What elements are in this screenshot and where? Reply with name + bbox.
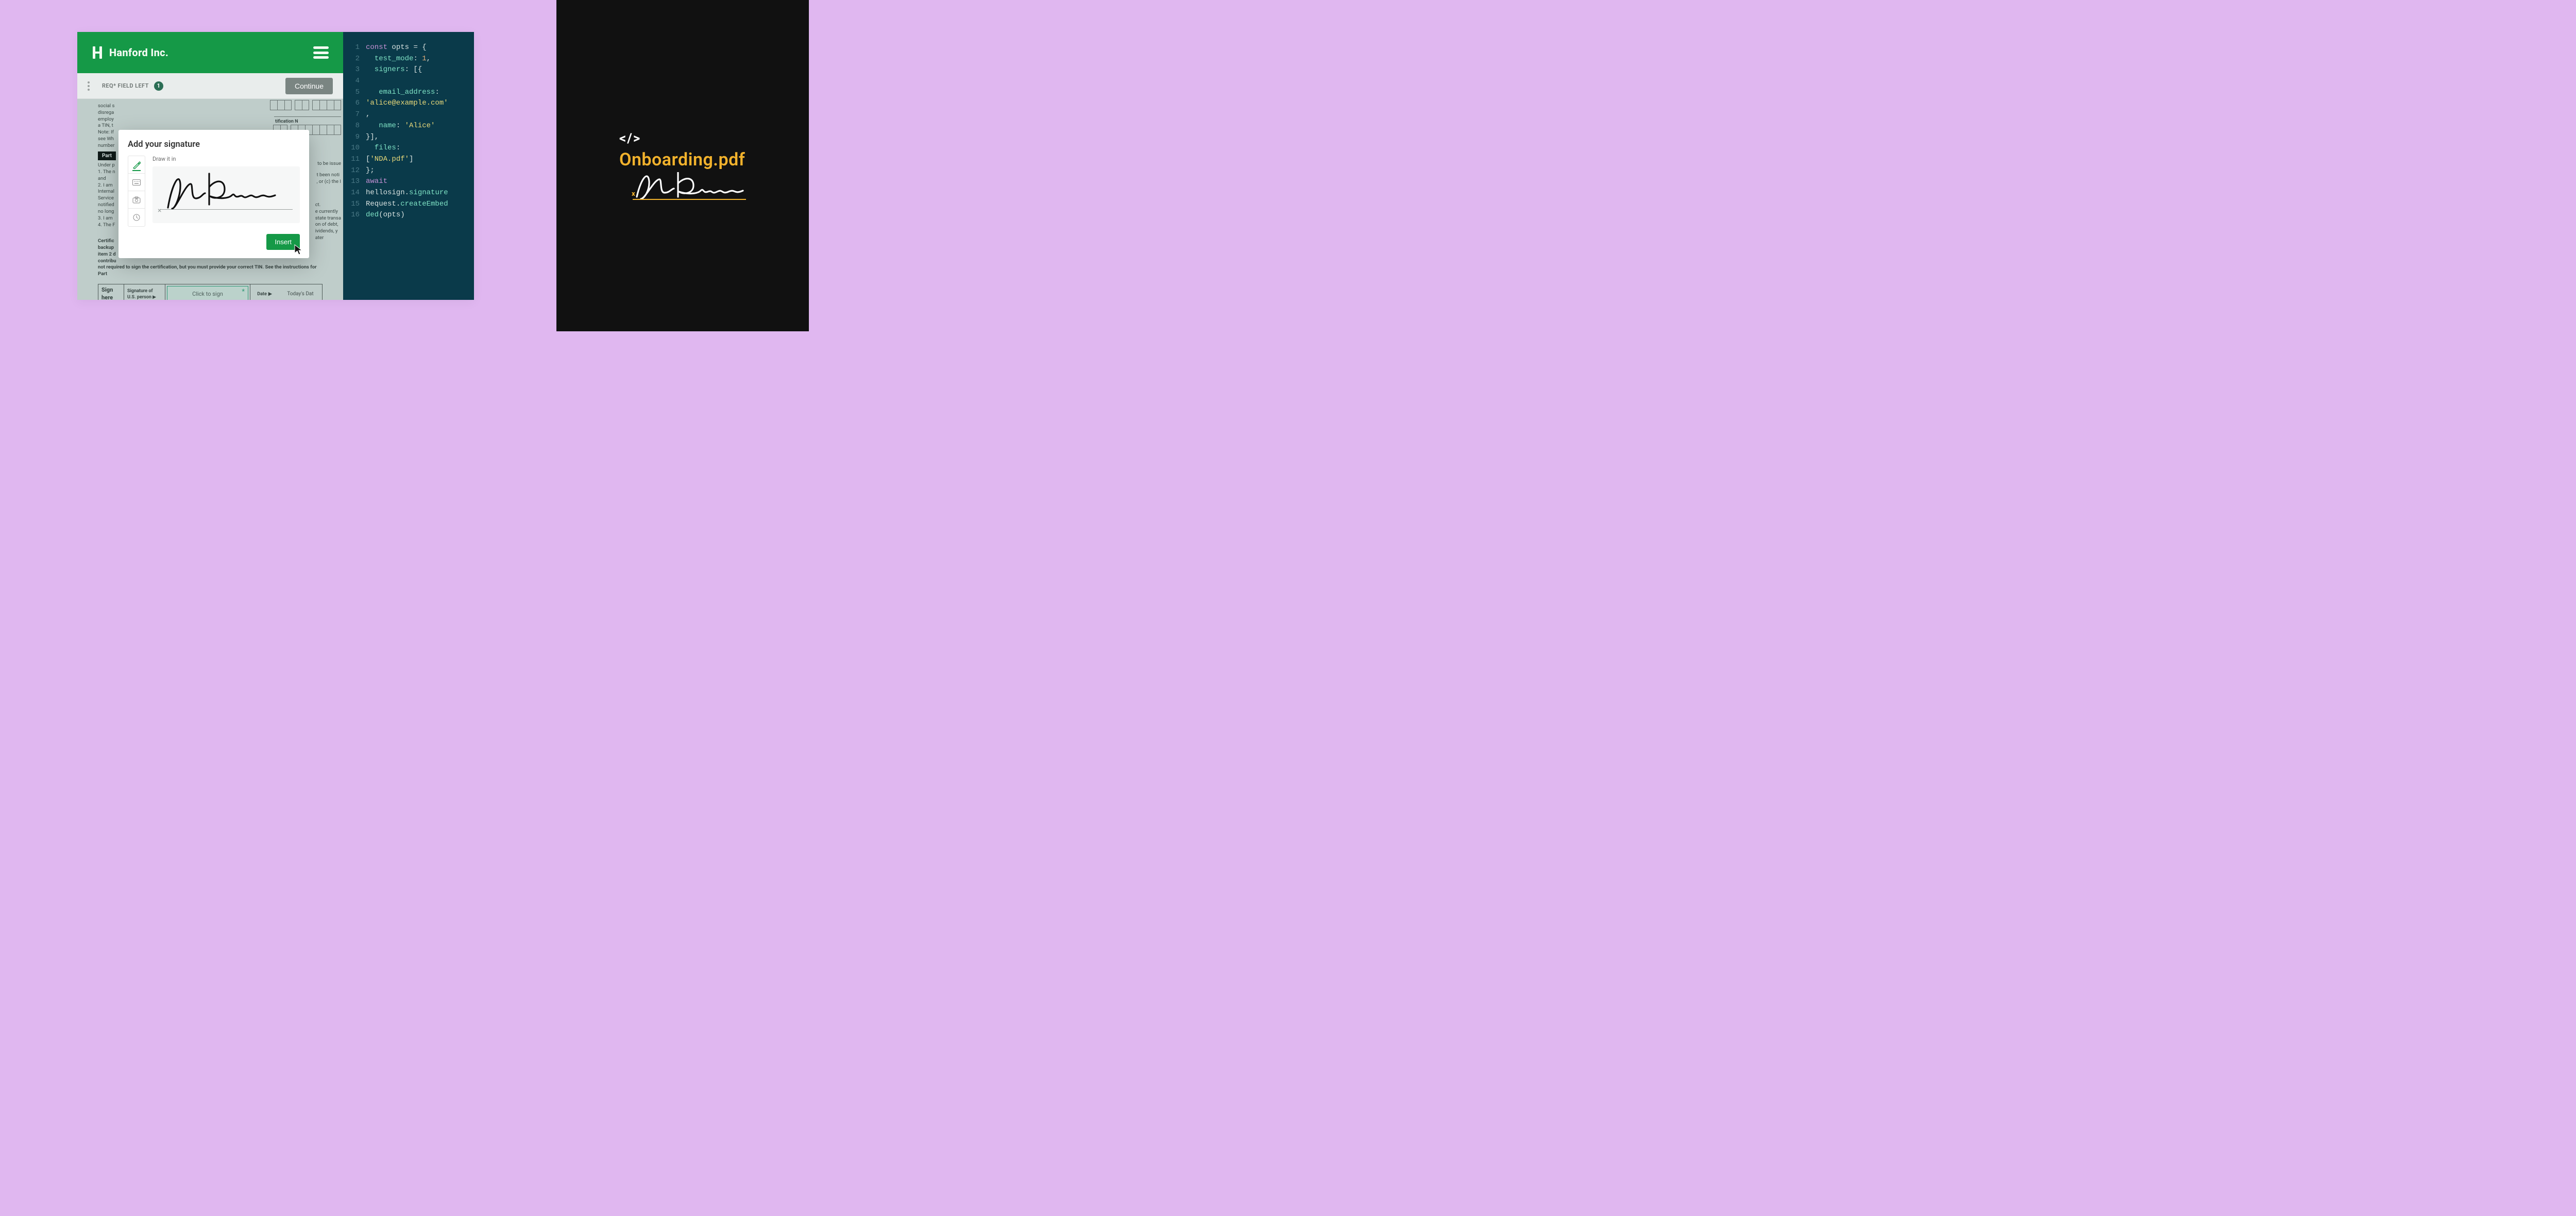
signature-row: Sign here Signature of U.S. person ▶ Cli… [98, 284, 323, 300]
app-window: Hanford Inc. REQ* FIELD LEFT 1 Continue [77, 32, 474, 300]
code-line: 12}; [348, 165, 469, 177]
code-content: email_address: [366, 87, 439, 98]
code-line: 8 name: 'Alice' [348, 121, 469, 132]
code-content: await [366, 176, 387, 188]
code-content: 'alice@example.com' [366, 98, 448, 109]
code-icon: </> [619, 131, 641, 146]
line-number: 6 [348, 98, 366, 109]
click-to-sign-field[interactable]: Click to sign * [167, 286, 248, 300]
signature-of-label: Signature of U.S. person ▶ [124, 284, 165, 300]
code-content: , [366, 109, 370, 121]
code-panel: 1const opts = {2 test_mode: 1,3 signers:… [343, 32, 474, 300]
app-header: Hanford Inc. [77, 32, 343, 73]
required-fields-count: 1 [154, 81, 163, 91]
code-line: 11['NDA.pdf'] [348, 154, 469, 165]
file-name: Onboarding.pdf [619, 149, 745, 170]
date-label: Date▶ [250, 284, 279, 300]
code-line: 10 files: [348, 143, 469, 154]
doc-text-right-2: t been noti , or (c) the I [317, 172, 341, 185]
brand-name: Hanford Inc. [109, 46, 168, 59]
code-content: hellosign.signature [366, 188, 448, 199]
line-number: 10 [348, 143, 366, 154]
line-number: 4 [348, 76, 366, 87]
draw-tab-icon[interactable] [128, 156, 145, 174]
required-fields-label: REQ* FIELD LEFT [102, 82, 149, 89]
line-number: 12 [348, 165, 366, 177]
signature-hint: Draw it in [152, 156, 300, 163]
code-line: 3 signers: [{ [348, 64, 469, 76]
code-line: 13await [348, 176, 469, 188]
line-number: 5 [348, 87, 366, 98]
line-number: 9 [348, 132, 366, 143]
doc-text-right-1: to be issue [317, 161, 341, 167]
line-number: 2 [348, 54, 366, 65]
code-line: 2 test_mode: 1, [348, 54, 469, 65]
code-line: 7, [348, 109, 469, 121]
signature-graphic: x [633, 172, 746, 201]
brand: Hanford Inc. [92, 45, 168, 60]
left-lilac-region: Hanford Inc. REQ* FIELD LEFT 1 Continue [0, 0, 556, 331]
code-line: 5 email_address: [348, 87, 469, 98]
right-black-region: </> Onboarding.pdf x [556, 0, 809, 331]
code-content: name: 'Alice' [366, 121, 435, 132]
signature-tool-tabs [128, 156, 145, 227]
upload-tab-icon[interactable] [128, 191, 145, 209]
todays-date: Today's Dat [279, 284, 322, 300]
menu-icon[interactable] [313, 46, 329, 59]
line-number: 15 [348, 199, 366, 210]
signature-modal-title: Add your signature [128, 139, 300, 150]
doc-part-header: Part [98, 151, 116, 161]
code-line: 1const opts = { [348, 42, 469, 54]
line-number: 3 [348, 64, 366, 76]
required-star-icon: * [242, 288, 245, 297]
code-line: 16ded(opts) [348, 210, 469, 221]
code-content: const opts = { [366, 42, 427, 54]
code-content: }; [366, 165, 375, 177]
type-tab-icon[interactable] [128, 174, 145, 191]
code-content: ['NDA.pdf'] [366, 154, 413, 165]
brand-logo-icon [92, 45, 103, 60]
code-content: files: [366, 143, 400, 154]
cursor-icon [294, 244, 304, 255]
signature-scribble [165, 168, 289, 213]
line-number: 13 [348, 176, 366, 188]
code-line: 9}], [348, 132, 469, 143]
esign-panel: Hanford Inc. REQ* FIELD LEFT 1 Continue [77, 32, 343, 300]
toolbar: REQ* FIELD LEFT 1 Continue [77, 73, 343, 99]
signature-canvas[interactable]: × [152, 166, 300, 223]
line-number: 7 [348, 109, 366, 121]
line-number: 8 [348, 121, 366, 132]
code-line: 4 [348, 76, 469, 87]
document-viewport[interactable]: tification N social s disrega employ a T… [77, 99, 343, 300]
code-line: 15Request.createEmbed [348, 199, 469, 210]
ssn-boxes [270, 100, 341, 110]
code-content: ded(opts) [366, 210, 405, 221]
code-content: Request.createEmbed [366, 199, 448, 210]
code-content: }], [366, 132, 379, 143]
line-number: 14 [348, 188, 366, 199]
more-icon[interactable] [88, 81, 90, 91]
signature-modal: Add your signature [118, 130, 309, 258]
code-line: 6'alice@example.com' [348, 98, 469, 109]
doc-text-right-3: ct. e currently state transa on of debt,… [315, 202, 341, 242]
x-mark-icon: x [632, 190, 635, 198]
line-number: 16 [348, 210, 366, 221]
code-content: signers: [{ [366, 64, 422, 76]
line-number: 11 [348, 154, 366, 165]
brand-block: </> Onboarding.pdf x [619, 131, 746, 201]
code-line: 14hellosign.signature [348, 188, 469, 199]
saved-tab-icon[interactable] [128, 209, 145, 226]
line-number: 1 [348, 42, 366, 54]
ein-label: tification N [274, 116, 341, 125]
sign-here-label: Sign here [98, 284, 124, 300]
clear-signature-icon[interactable]: × [158, 206, 161, 216]
continue-button[interactable]: Continue [285, 78, 333, 94]
code-content: test_mode: 1, [366, 54, 431, 65]
